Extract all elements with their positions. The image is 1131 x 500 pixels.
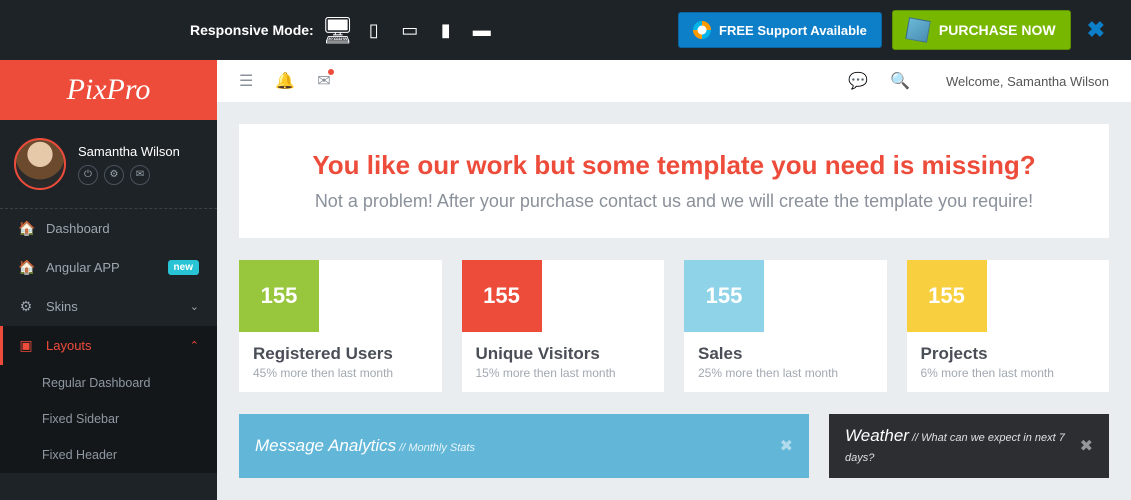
bell-icon[interactable]: 🔔 [275,71,295,91]
sidebar-sub-regular[interactable]: Regular Dashboard [0,365,217,401]
stat-value: 155 [907,260,987,332]
home-icon: 🏠 [18,259,34,276]
stat-value: 155 [239,260,319,332]
desktop-icon[interactable]: 🖥 [324,20,352,40]
tablet-landscape-icon[interactable]: ▭ [396,20,424,40]
sidebar-menu: 🏠Dashboard 🏠Angular APPnew ⚙Skins⌄ ▣Layo… [0,209,217,500]
avatar[interactable] [14,138,66,190]
package-icon [905,17,930,42]
stat-card[interactable]: 155 Sales 25% more then last month [684,260,887,392]
stat-value: 155 [462,260,542,332]
stat-title: Sales [698,344,873,364]
notification-dot [328,69,334,75]
profile-block: Samantha Wilson ⏻ ⚙ ✉ [0,120,217,209]
stat-sub: 15% more then last month [476,366,651,380]
comments-icon[interactable]: 💬 [848,71,868,91]
sidebar-item-angular[interactable]: 🏠Angular APPnew [0,248,217,287]
sidebar: PixPro Samantha Wilson ⏻ ⚙ ✉ 🏠Dashboard … [0,60,217,500]
preview-topbar: Responsive Mode: 🖥 ▯ ▭ ▮ ▬ FREE Support … [0,0,1131,60]
analytics-panel-header[interactable]: Message Analytics // Monthly Stats ✖ [239,414,809,478]
phone-portrait-icon[interactable]: ▮ [432,20,460,40]
brand-logo[interactable]: PixPro [0,60,217,120]
sidebar-item-layouts[interactable]: ▣Layouts⌃ [0,326,217,365]
lifebuoy-icon [693,21,711,39]
mail-icon[interactable]: ✉ [317,71,330,91]
sidebar-sub-fixed-header[interactable]: Fixed Header [0,437,217,473]
phone-landscape-icon[interactable]: ▬ [468,20,496,40]
support-button[interactable]: FREE Support Available [678,12,882,48]
tablet-portrait-icon[interactable]: ▯ [360,20,388,40]
home-icon: 🏠 [18,220,34,237]
stat-card[interactable]: 155 Registered Users 45% more then last m… [239,260,442,392]
search-icon[interactable]: 🔍 [890,71,910,91]
new-badge: new [168,260,199,275]
stat-sub: 25% more then last month [698,366,873,380]
welcome-text[interactable]: Welcome, Samantha Wilson [946,74,1109,89]
close-preview-icon[interactable]: ✖ [1081,17,1111,43]
stat-sub: 6% more then last month [921,366,1096,380]
gear-icon: ⚙ [18,298,34,315]
panels-row: Message Analytics // Monthly Stats ✖ Wea… [239,414,1109,478]
stat-title: Projects [921,344,1096,364]
chevron-down-icon: ⌄ [190,300,199,313]
stat-value: 155 [684,260,764,332]
close-icon[interactable]: ✖ [1080,436,1093,456]
responsive-icon-group: 🖥 ▯ ▭ ▮ ▬ [324,20,496,40]
sidebar-sub-fixed-sidebar[interactable]: Fixed Sidebar [0,401,217,437]
layout-icon: ▣ [18,337,34,354]
power-icon[interactable]: ⏻ [78,165,98,185]
banner-subtitle: Not a problem! After your purchase conta… [259,191,1089,212]
chevron-up-icon: ⌃ [190,339,199,352]
stat-title: Unique Visitors [476,344,651,364]
banner-title: You like our work but some template you … [259,150,1089,181]
main-area: ☰ 🔔 ✉ 💬 🔍 Welcome, Samantha Wilson You l… [217,60,1131,500]
gear-icon[interactable]: ⚙ [104,165,124,185]
sidebar-item-skins[interactable]: ⚙Skins⌄ [0,287,217,326]
header-bar: ☰ 🔔 ✉ 💬 🔍 Welcome, Samantha Wilson [217,60,1131,102]
responsive-mode-label: Responsive Mode: [190,22,314,38]
stat-card[interactable]: 155 Unique Visitors 15% more then last mo… [462,260,665,392]
sidebar-item-dashboard[interactable]: 🏠Dashboard [0,209,217,248]
stats-row: 155 Registered Users 45% more then last m… [239,260,1109,392]
purchase-button[interactable]: PURCHASE NOW [892,10,1071,50]
promo-banner: You like our work but some template you … [239,124,1109,238]
stat-sub: 45% more then last month [253,366,428,380]
close-icon[interactable]: ✖ [780,436,793,456]
chat-icon[interactable]: ✉ [130,165,150,185]
stat-card[interactable]: 155 Projects 6% more then last month [907,260,1110,392]
toggle-menu-icon[interactable]: ☰ [239,71,253,91]
stat-title: Registered Users [253,344,428,364]
weather-panel-header[interactable]: Weather // What can we expect in next 7 … [829,414,1109,478]
profile-name: Samantha Wilson [78,144,180,159]
